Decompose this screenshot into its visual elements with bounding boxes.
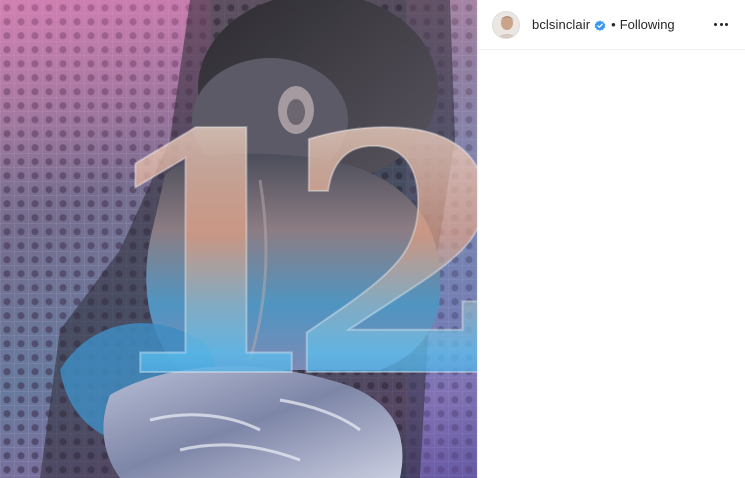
avatar[interactable] [492,10,520,39]
dot-icon [714,23,718,26]
baby-double-exposure-photo: 12 [40,0,477,478]
post-author: bclsinclair • Following [532,17,709,32]
post-header: bclsinclair • Following [478,0,745,50]
avatar-image [493,11,519,38]
post-image[interactable]: 12 [0,0,477,478]
following-button[interactable]: Following [620,17,675,32]
post-container: 12 bclsinclair • Following [0,0,745,478]
separator-dot: • [611,17,616,32]
dot-icon [724,23,728,26]
username-link[interactable]: bclsinclair [532,17,590,32]
more-options-icon[interactable] [709,13,733,37]
overlay-number-12: 12 [95,62,477,450]
verified-badge-icon [594,19,606,31]
dot-icon [719,23,723,26]
post-side-panel: bclsinclair • Following [477,0,745,478]
